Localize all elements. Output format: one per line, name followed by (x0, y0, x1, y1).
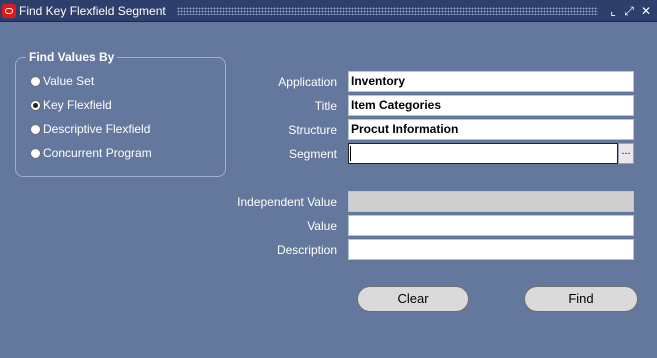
find-values-by-title: Find Values By (26, 50, 118, 64)
structure-label: Structure (288, 123, 337, 137)
close-icon[interactable]: ✕ (639, 4, 653, 18)
application-label: Application (278, 75, 337, 89)
independent-value-field (348, 191, 634, 212)
maximize-icon[interactable]: ⤢ (622, 4, 636, 18)
radio-label: Key Flexfield (43, 98, 112, 112)
radio-label: Concurrent Program (43, 146, 152, 160)
title-field[interactable]: Item Categories (348, 95, 634, 116)
titlebar-grip (177, 7, 598, 15)
segment-field[interactable] (348, 143, 618, 164)
segment-label: Segment (288, 147, 337, 161)
minimize-icon[interactable]: ⌞ (606, 4, 620, 18)
window-titlebar[interactable]: Find Key Flexfield Segment ⌞ ⤢ ✕ (0, 0, 657, 22)
description-label: Description (276, 243, 337, 257)
radio-icon[interactable] (30, 124, 41, 135)
find-button[interactable]: Find (524, 286, 638, 312)
radio-icon[interactable] (30, 76, 41, 87)
radio-icon[interactable] (30, 148, 41, 159)
window-title: Find Key Flexfield Segment (19, 4, 166, 18)
text-cursor (350, 146, 351, 161)
radio-checked-icon[interactable] (30, 100, 41, 111)
value-field[interactable] (348, 215, 634, 236)
description-field[interactable] (348, 239, 634, 260)
oracle-icon (2, 4, 16, 18)
independent-value-label: Independent Value (237, 195, 337, 209)
application-field[interactable]: Inventory (348, 71, 634, 92)
segment-lov-button[interactable]: ... (618, 143, 634, 164)
structure-field[interactable]: Procut Information (348, 119, 634, 140)
radio-label: Descriptive Flexfield (43, 122, 151, 136)
value-label: Value (307, 219, 337, 233)
radio-label: Value Set (43, 74, 95, 88)
clear-button[interactable]: Clear (357, 286, 469, 312)
title-label: Title (314, 99, 337, 113)
